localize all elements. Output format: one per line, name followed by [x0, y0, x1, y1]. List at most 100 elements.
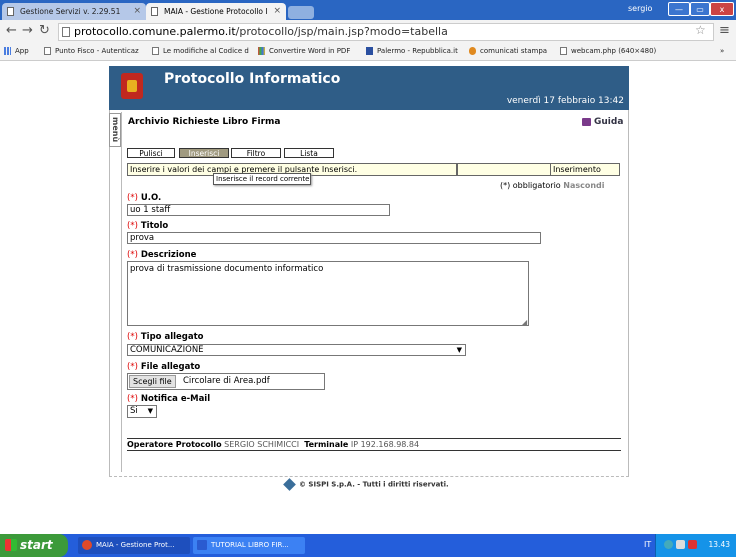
descrizione-label: (*) Descrizione: [127, 250, 196, 260]
bookmark-label: webcam.php (640×480): [571, 47, 657, 55]
task-label: MAIA - Gestione Prot...: [96, 541, 175, 549]
terminal-value: IP 192.168.98.84: [350, 440, 420, 449]
back-arrow-icon[interactable]: ←: [6, 23, 17, 38]
windows-taskbar: start MAIA - Gestione Prot... TUTORIAL L…: [0, 534, 736, 557]
close-icon[interactable]: ×: [273, 3, 281, 20]
header-date: venerdì 17 febbraio 13:42: [506, 96, 624, 106]
tipo-allegato-label-text: Tipo allegato: [140, 332, 204, 342]
network-icon[interactable]: [664, 540, 673, 549]
status-field: [457, 163, 551, 176]
bookmark-item[interactable]: Palermo - Repubblica.it: [366, 47, 458, 55]
browser-nav-bar: ← → ↻ protocollo.comune.palermo.it/proto…: [0, 20, 736, 45]
url-domain: protocollo.comune.palermo.it: [74, 25, 236, 38]
reload-icon[interactable]: ↻: [39, 23, 50, 38]
browser-menu-icon[interactable]: ≡: [719, 23, 730, 38]
file-name: Circolare di Area.pdf: [183, 376, 270, 386]
new-tab-button[interactable]: [288, 6, 314, 19]
system-tray: 13.43: [655, 534, 736, 557]
notifica-value: Si: [130, 406, 138, 416]
clear-button[interactable]: Pulisci: [127, 148, 175, 158]
footer-text: © SISPI S.p.A. - Tutti i diritti riserva…: [299, 480, 449, 489]
required-mark: (*): [127, 362, 138, 372]
start-button[interactable]: start: [0, 534, 68, 557]
bookmark-apps[interactable]: App: [4, 47, 29, 55]
bookmark-item[interactable]: Punto Fisco - Autenticaz: [44, 47, 139, 55]
guide-label: Guida: [594, 117, 624, 127]
antivirus-icon[interactable]: [688, 540, 697, 549]
descrizione-label-text: Descrizione: [140, 250, 197, 260]
filter-button[interactable]: Filtro: [231, 148, 281, 158]
minimize-button[interactable]: —: [668, 2, 690, 16]
bookmark-item[interactable]: Convertire Word in PDF: [258, 47, 350, 55]
maximize-button[interactable]: ▭: [690, 2, 710, 16]
bookmark-label: Convertire Word in PDF: [269, 47, 351, 55]
tipo-allegato-select[interactable]: COMUNICAZIONE ▼: [127, 344, 466, 356]
required-note: (*) obbligatorio Nascondi: [500, 181, 605, 190]
app-title: Protocollo Informatico: [164, 71, 341, 87]
titolo-label-text: Titolo: [140, 221, 169, 231]
resize-grip-icon[interactable]: ◢: [521, 318, 527, 327]
forward-arrow-icon[interactable]: →: [22, 23, 33, 38]
descrizione-textarea[interactable]: prova di trasmissione documento informat…: [127, 261, 529, 326]
required-mark: (*): [127, 394, 138, 404]
browser-tab-gestione-servizi[interactable]: Gestione Servizi v. 2.29.51 ×: [2, 3, 146, 20]
file-input: Scegli file Circolare di Area.pdf: [127, 373, 325, 390]
bookmark-label: comunicati stampa: [480, 47, 548, 55]
uo-label: (*) U.O.: [127, 193, 161, 203]
tab-title: MAIA - Gestione Protocollo I: [164, 7, 268, 16]
notifica-select[interactable]: Si ▼: [127, 405, 157, 418]
bookmark-label: Le modifiche al Codice d: [163, 47, 249, 55]
page-icon: [152, 47, 159, 55]
footer: © SISPI S.p.A. - Tutti i diritti riserva…: [283, 478, 449, 491]
browser-tab-bar: Gestione Servizi v. 2.29.51 × MAIA - Ges…: [0, 0, 736, 20]
mode-indicator: Inserimento: [550, 163, 620, 176]
page-icon: [44, 47, 51, 55]
titolo-field[interactable]: prova: [127, 232, 541, 244]
tipo-allegato-label: (*) Tipo allegato: [127, 332, 204, 342]
operator-info: Operatore Protocollo SERGIO SCHIMICCI Te…: [127, 440, 419, 449]
required-mark: (*): [127, 250, 138, 260]
security-icon[interactable]: [676, 540, 685, 549]
color-squares-icon: [258, 47, 265, 55]
bookmark-item[interactable]: webcam.php (640×480): [560, 47, 656, 55]
bookmarks-bar: App Punto Fisco - Autenticaz Le modifich…: [0, 44, 736, 61]
task-label: TUTORIAL LIBRO FIR...: [211, 541, 289, 549]
bookmark-item[interactable]: comunicati stampa: [469, 47, 547, 55]
choose-file-button[interactable]: Scegli file: [129, 375, 176, 388]
page-icon: [151, 7, 158, 16]
browser-tab-maia[interactable]: MAIA - Gestione Protocollo I ×: [146, 3, 286, 20]
insert-tooltip: Inserisce il record corrente: [213, 173, 311, 185]
url-path: /protocollo/jsp/main.jsp?modo=tabella: [235, 25, 448, 38]
hide-link[interactable]: Nascondi: [563, 181, 604, 190]
bookmark-label: App: [15, 47, 29, 55]
guide-link[interactable]: Guida: [582, 117, 623, 127]
close-icon[interactable]: ×: [133, 3, 141, 20]
bookmark-label: Punto Fisco - Autenticaz: [55, 47, 139, 55]
address-bar[interactable]: protocollo.comune.palermo.it/protocollo/…: [58, 23, 714, 41]
titolo-label: (*) Titolo: [127, 221, 168, 231]
uo-field[interactable]: uo 1 staff: [127, 204, 390, 216]
taskbar-item-tutorial[interactable]: TUTORIAL LIBRO FIR...: [193, 537, 305, 554]
insert-button[interactable]: Inserisci: [179, 148, 229, 158]
notifica-label-text: Notifica e-Mail: [140, 394, 211, 404]
operator-rule-bottom: [127, 450, 621, 451]
bookmark-star-icon[interactable]: ☆: [695, 23, 706, 37]
operator-rule-top: [127, 438, 621, 439]
app-header: Protocollo Informatico venerdì 17 febbra…: [109, 66, 629, 110]
page-icon: [560, 47, 567, 55]
dropdown-arrow-icon: ▼: [147, 407, 153, 415]
close-window-button[interactable]: x: [710, 2, 734, 16]
language-indicator[interactable]: IT: [644, 540, 651, 549]
window-user-label: sergio: [628, 4, 653, 13]
bookmarks-more-button[interactable]: »: [720, 47, 724, 55]
menu-tab[interactable]: menù: [109, 113, 121, 147]
file-allegato-label: (*) File allegato: [127, 362, 200, 372]
taskbar-item-maia[interactable]: MAIA - Gestione Prot...: [78, 537, 190, 554]
firefox-icon: [469, 47, 476, 55]
bookmark-item[interactable]: Le modifiche al Codice d: [152, 47, 249, 55]
operator-label: Operatore Protocollo: [127, 440, 222, 449]
required-mark: (*): [127, 193, 138, 203]
apps-grid-icon: [4, 47, 11, 55]
word-icon: [197, 540, 207, 550]
list-button[interactable]: Lista: [284, 148, 334, 158]
